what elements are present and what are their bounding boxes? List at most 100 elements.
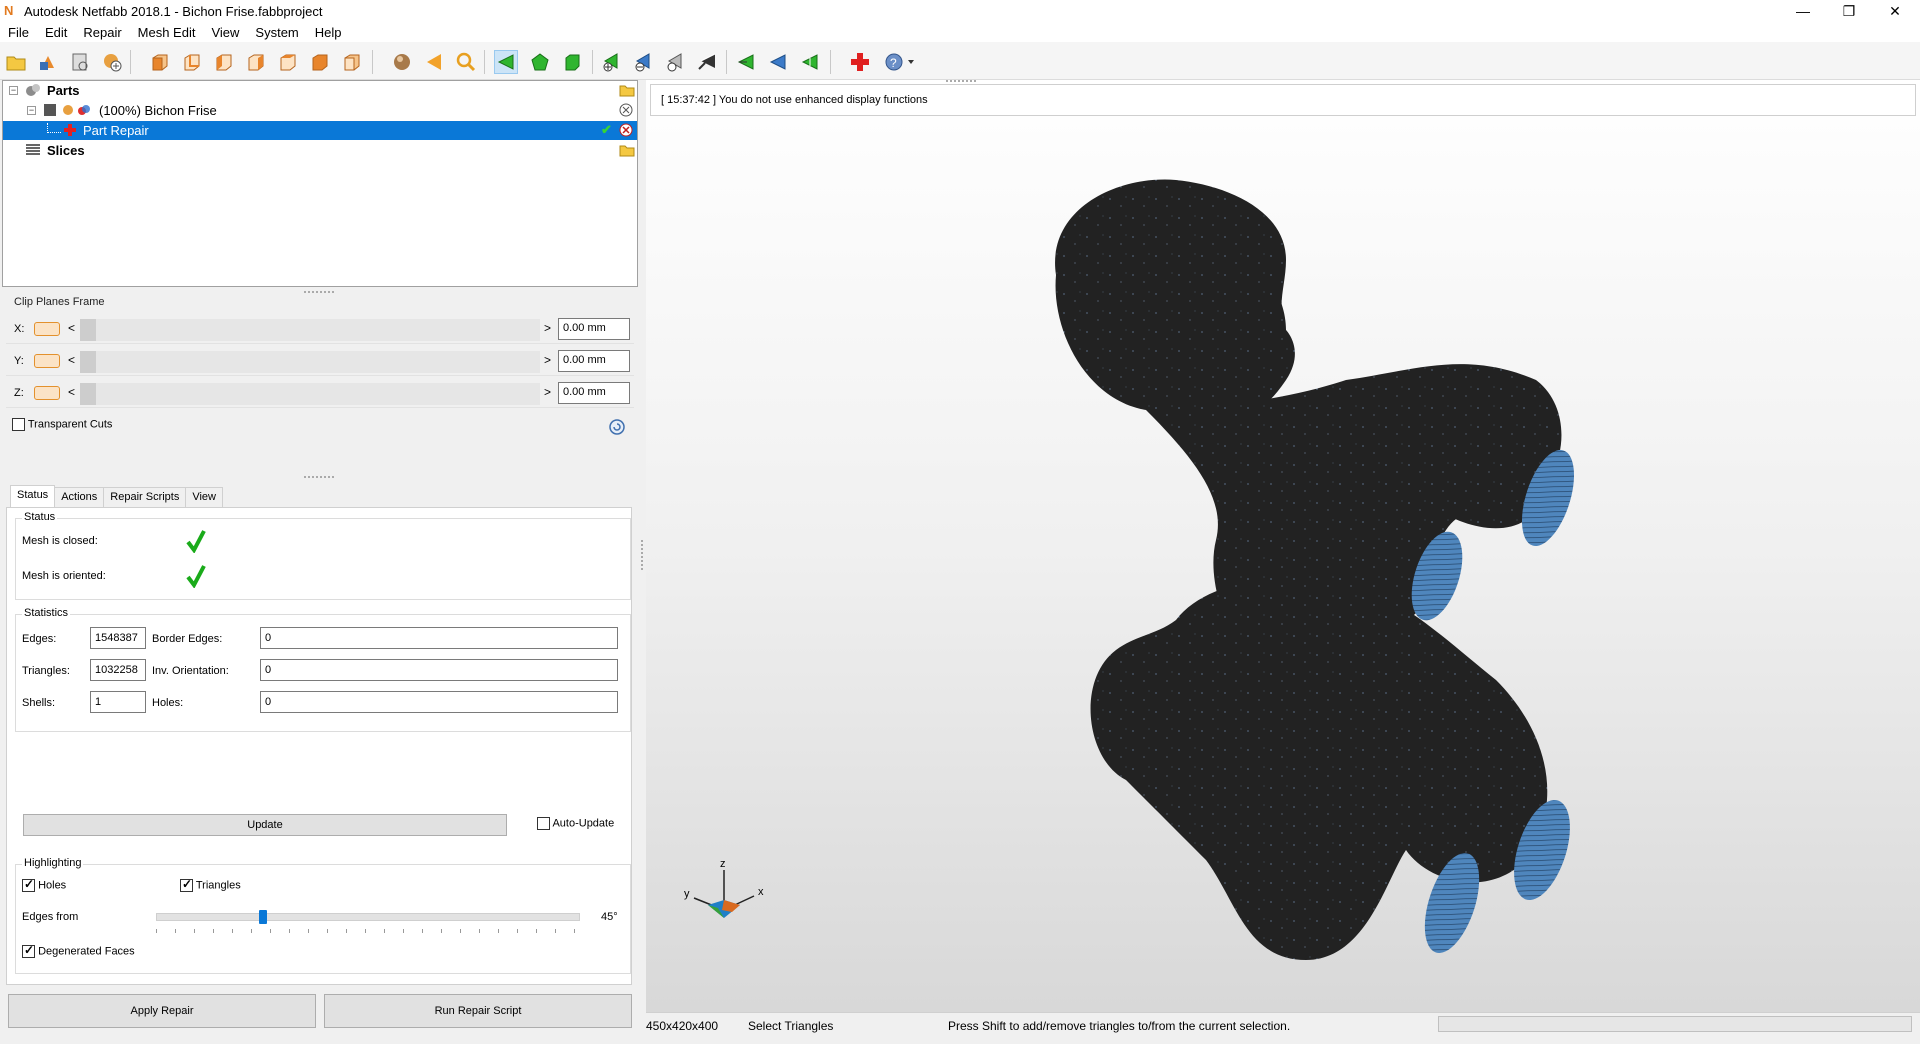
netfabb-n-icon: N xyxy=(4,3,14,18)
menu-file[interactable]: File xyxy=(0,25,37,40)
view-iso-icon[interactable] xyxy=(340,50,364,74)
part-name: (100%) Bichon Frise xyxy=(99,103,217,118)
remove-part-icon[interactable] xyxy=(619,103,633,120)
axis-y-label: y xyxy=(684,888,690,900)
transparent-cuts-checkbox[interactable]: Transparent Cuts xyxy=(12,418,112,431)
repair-cross-icon[interactable] xyxy=(848,50,872,74)
menu-help[interactable]: Help xyxy=(307,25,350,40)
select-all-icon[interactable] xyxy=(798,50,822,74)
apply-repair-button[interactable]: Apply Repair xyxy=(8,994,316,1028)
color-icon[interactable] xyxy=(77,103,91,120)
run-repair-script-button[interactable]: Run Repair Script xyxy=(324,994,632,1028)
add-part-icon[interactable] xyxy=(36,50,60,74)
arrow-left-icon[interactable] xyxy=(422,50,446,74)
auto-update-checkbox[interactable]: Auto-Update xyxy=(537,817,614,830)
edges-from-slider[interactable] xyxy=(156,910,580,924)
tree-row-parts[interactable]: − Parts xyxy=(3,81,637,100)
part-repair-label: Part Repair xyxy=(83,123,149,138)
clip-slider[interactable] xyxy=(80,351,540,373)
triangles-checkbox[interactable]: Triangles xyxy=(180,877,241,892)
project-tree: − Parts − (100%) Bichon Frise Part Repai… xyxy=(2,80,638,287)
splitter[interactable] xyxy=(304,291,334,294)
tab-status[interactable]: Status xyxy=(10,485,56,507)
clip-value-input[interactable]: 0.00 mm xyxy=(558,382,630,404)
degenerated-faces-checkbox[interactable]: Degenerated Faces xyxy=(22,943,135,958)
highlighting-group: Highlighting Holes Triangles Edges from … xyxy=(15,857,631,974)
clip-toggle-icon[interactable] xyxy=(34,386,60,400)
tab-actions[interactable]: Actions xyxy=(54,487,105,507)
add-icon[interactable] xyxy=(100,50,124,74)
restore-icon[interactable]: ❐ xyxy=(1826,0,1872,22)
unmark-icon[interactable] xyxy=(632,50,656,74)
menu-repair[interactable]: Repair xyxy=(75,25,129,40)
clip-slider[interactable] xyxy=(80,319,540,341)
clip-value-input[interactable]: 0.00 mm xyxy=(558,318,630,340)
clip-value-input[interactable]: 0.00 mm xyxy=(558,350,630,372)
toolbar: ? xyxy=(0,42,1920,80)
chevron-right-icon[interactable]: > xyxy=(544,353,551,367)
mesh-closed-label: Mesh is closed: xyxy=(22,535,98,547)
view-left-icon[interactable] xyxy=(212,50,236,74)
svg-text:?: ? xyxy=(890,56,897,70)
help-dropdown-icon[interactable]: ? xyxy=(882,50,918,74)
invert-icon[interactable] xyxy=(664,50,688,74)
reset-icon[interactable] xyxy=(608,418,626,439)
select-triangles-icon[interactable] xyxy=(494,50,518,74)
clip-slider[interactable] xyxy=(80,383,540,405)
mesh-icon xyxy=(43,102,57,121)
measure-icon[interactable] xyxy=(68,50,92,74)
select-icon[interactable] xyxy=(734,50,758,74)
model-view[interactable] xyxy=(646,80,1920,1012)
close-repair-icon[interactable] xyxy=(619,123,633,140)
clip-toggle-icon[interactable] xyxy=(34,322,60,336)
clip-axis-label: Z: xyxy=(14,387,24,399)
slider-thumb[interactable] xyxy=(259,910,267,924)
splitter[interactable] xyxy=(304,476,334,479)
visibility-icon[interactable] xyxy=(61,103,75,120)
bichon-frise-model[interactable] xyxy=(1055,179,1584,960)
view-right-icon[interactable] xyxy=(244,50,268,74)
menu-edit[interactable]: Edit xyxy=(37,25,75,40)
menu-mesh-edit[interactable]: Mesh Edit xyxy=(130,25,204,40)
chevron-right-icon[interactable]: > xyxy=(544,385,551,399)
chevron-left-icon[interactable]: < xyxy=(68,385,75,399)
vertical-splitter[interactable] xyxy=(641,540,643,570)
sphere-icon[interactable] xyxy=(390,50,414,74)
green-check-icon xyxy=(186,529,206,554)
folder-open-icon[interactable] xyxy=(619,143,635,160)
mark-icon[interactable] xyxy=(600,50,624,74)
open-project-icon[interactable] xyxy=(4,50,28,74)
select-shells-icon[interactable] xyxy=(560,50,584,74)
minimize-icon[interactable]: — xyxy=(1780,0,1826,22)
clip-toggle-icon[interactable] xyxy=(34,354,60,368)
view-back-icon[interactable] xyxy=(180,50,204,74)
3d-viewport[interactable]: z x y xyxy=(646,80,1920,1012)
view-bottom-icon[interactable] xyxy=(308,50,332,74)
close-icon[interactable]: ✕ xyxy=(1872,0,1918,22)
tree-row-part[interactable]: − (100%) Bichon Frise xyxy=(3,101,637,120)
update-button[interactable]: Update xyxy=(23,814,507,836)
holes-checkbox[interactable]: Holes xyxy=(22,877,66,892)
repair-cross-icon xyxy=(63,123,77,140)
tab-repair-scripts[interactable]: Repair Scripts xyxy=(103,487,187,507)
menu-view[interactable]: View xyxy=(203,25,247,40)
view-top-icon[interactable] xyxy=(276,50,300,74)
deselect-icon[interactable] xyxy=(766,50,790,74)
chevron-left-icon[interactable]: < xyxy=(68,321,75,335)
select-surfaces-icon[interactable] xyxy=(528,50,552,74)
statistics-title: Statistics xyxy=(22,607,71,619)
apply-check-icon[interactable]: ✔ xyxy=(601,122,612,138)
remove-icon[interactable] xyxy=(696,50,720,74)
tree-row-part-repair[interactable]: Part Repair ✔ xyxy=(3,121,637,140)
chevron-left-icon[interactable]: < xyxy=(68,353,75,367)
tree-row-slices[interactable]: Slices xyxy=(3,141,637,160)
chevron-right-icon[interactable]: > xyxy=(544,321,551,335)
zoom-icon[interactable] xyxy=(454,50,478,74)
folder-open-icon[interactable] xyxy=(619,83,635,100)
collapse-icon[interactable]: − xyxy=(27,106,36,115)
view-front-icon[interactable] xyxy=(148,50,172,74)
clip-title: Clip Planes Frame xyxy=(14,296,105,308)
tab-view[interactable]: View xyxy=(185,487,223,507)
collapse-icon[interactable]: − xyxy=(9,86,18,95)
menu-system[interactable]: System xyxy=(247,25,306,40)
